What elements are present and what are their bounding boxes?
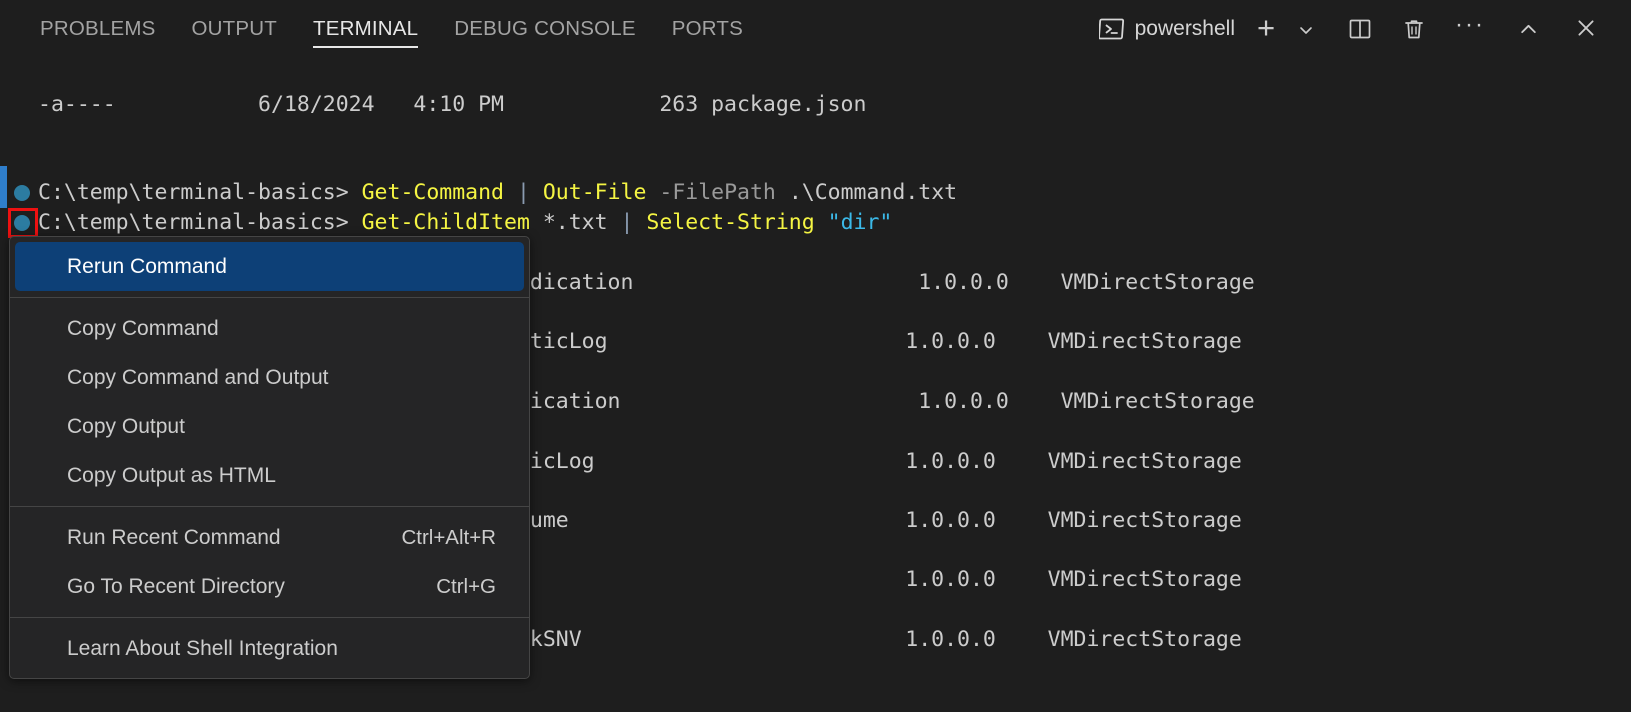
panel-tab-debug-console[interactable]: DEBUG CONSOLE	[436, 0, 653, 58]
panel-tab-label: DEBUG CONSOLE	[454, 17, 635, 41]
command-decoration-dot[interactable]	[14, 215, 30, 231]
menu-item-label: Run Recent Command	[67, 526, 281, 550]
terminal-text-segment: |	[621, 210, 634, 235]
menu-item-label: Copy Command	[67, 317, 219, 341]
terminal-command-context-menu[interactable]: Rerun Command Copy Command Copy Command an…	[9, 236, 530, 679]
menu-separator	[10, 297, 529, 298]
panel-tab-problems[interactable]: PROBLEMS	[22, 0, 174, 58]
panel-tab-label: PROBLEMS	[40, 17, 156, 41]
menu-item-learn-about-shell-integration[interactable]: Learn About Shell Integration	[15, 624, 524, 673]
vscode-panel: PROBLEMS OUTPUT TERMINAL DEBUG CONSOLE PORTS…	[0, 0, 1631, 712]
menu-item-run-recent-command[interactable]: Run Recent Command Ctrl+Alt+R	[15, 513, 524, 562]
terminal-text-segment: C:\temp\terminal-basics>	[38, 210, 362, 235]
panel-actions: powershell +	[1093, 0, 1631, 58]
panel-tab-ports[interactable]: PORTS	[654, 0, 761, 58]
menu-item-copy-output[interactable]: Copy Output	[15, 402, 524, 451]
terminal-tab-label: powershell	[1135, 17, 1235, 41]
panel-tab-terminal[interactable]: TERMINAL	[295, 0, 436, 58]
panel-tab-label: PORTS	[672, 17, 743, 41]
terminal-text-segment: -a---- 6/18/2024 4:10 PM 263 package.jso…	[38, 92, 866, 117]
menu-item-label: Copy Output	[67, 415, 185, 439]
terminal-line-text: -a---- 6/18/2024 4:10 PM 263 package.jso…	[38, 75, 866, 135]
menu-item-rerun-command[interactable]: Rerun Command	[15, 242, 524, 291]
menu-item-label: Go To Recent Directory	[67, 575, 285, 599]
split-terminal-button[interactable]	[1333, 9, 1387, 49]
more-actions-icon[interactable]: ···	[1441, 5, 1499, 53]
terminal-text-segment	[815, 210, 828, 235]
kill-terminal-button[interactable]	[1387, 9, 1441, 49]
close-panel-icon[interactable]	[1557, 8, 1613, 50]
panel-header: PROBLEMS OUTPUT TERMINAL DEBUG CONSOLE PORTS…	[0, 0, 1631, 58]
menu-item-copy-output-as-html[interactable]: Copy Output as HTML	[15, 451, 524, 500]
terminal-text-segment: Select-String	[646, 210, 814, 235]
menu-item-go-to-recent-directory[interactable]: Go To Recent Directory Ctrl+G	[15, 562, 524, 611]
new-terminal-button[interactable]: +	[1245, 8, 1287, 51]
panel-tab-output[interactable]: OUTPUT	[174, 0, 295, 58]
menu-item-copy-command-and-output[interactable]: Copy Command and Output	[15, 353, 524, 402]
maximize-panel-icon[interactable]	[1499, 9, 1557, 49]
terminal-text-segment	[633, 210, 646, 235]
panel-tab-label: TERMINAL	[313, 17, 418, 41]
terminal-tab-powershell[interactable]: powershell	[1093, 16, 1245, 42]
chevron-down-icon[interactable]	[1287, 8, 1333, 50]
menu-item-label: Copy Command and Output	[67, 366, 328, 390]
menu-item-label: Rerun Command	[67, 255, 227, 279]
menu-item-copy-command[interactable]: Copy Command	[15, 304, 524, 353]
menu-item-shortcut: Ctrl+G	[436, 575, 508, 599]
terminal-text-segment: *.txt	[530, 210, 621, 235]
menu-separator	[10, 617, 529, 618]
terminal-text-segment: Get-ChildItem	[362, 210, 530, 235]
menu-separator	[10, 506, 529, 507]
menu-item-label: Copy Output as HTML	[67, 464, 276, 488]
menu-item-label: Learn About Shell Integration	[67, 637, 338, 661]
menu-item-shortcut: Ctrl+Alt+R	[401, 526, 508, 550]
powershell-terminal-icon	[1099, 16, 1125, 42]
file-listing-row: -a---- 6/18/2024 4:10 PM 263 package.jso…	[0, 75, 1631, 135]
panel-tab-list: PROBLEMS OUTPUT TERMINAL DEBUG CONSOLE PORTS	[22, 0, 761, 58]
panel-tab-label: OUTPUT	[192, 17, 277, 41]
terminal-text-segment: "dir"	[828, 210, 893, 235]
